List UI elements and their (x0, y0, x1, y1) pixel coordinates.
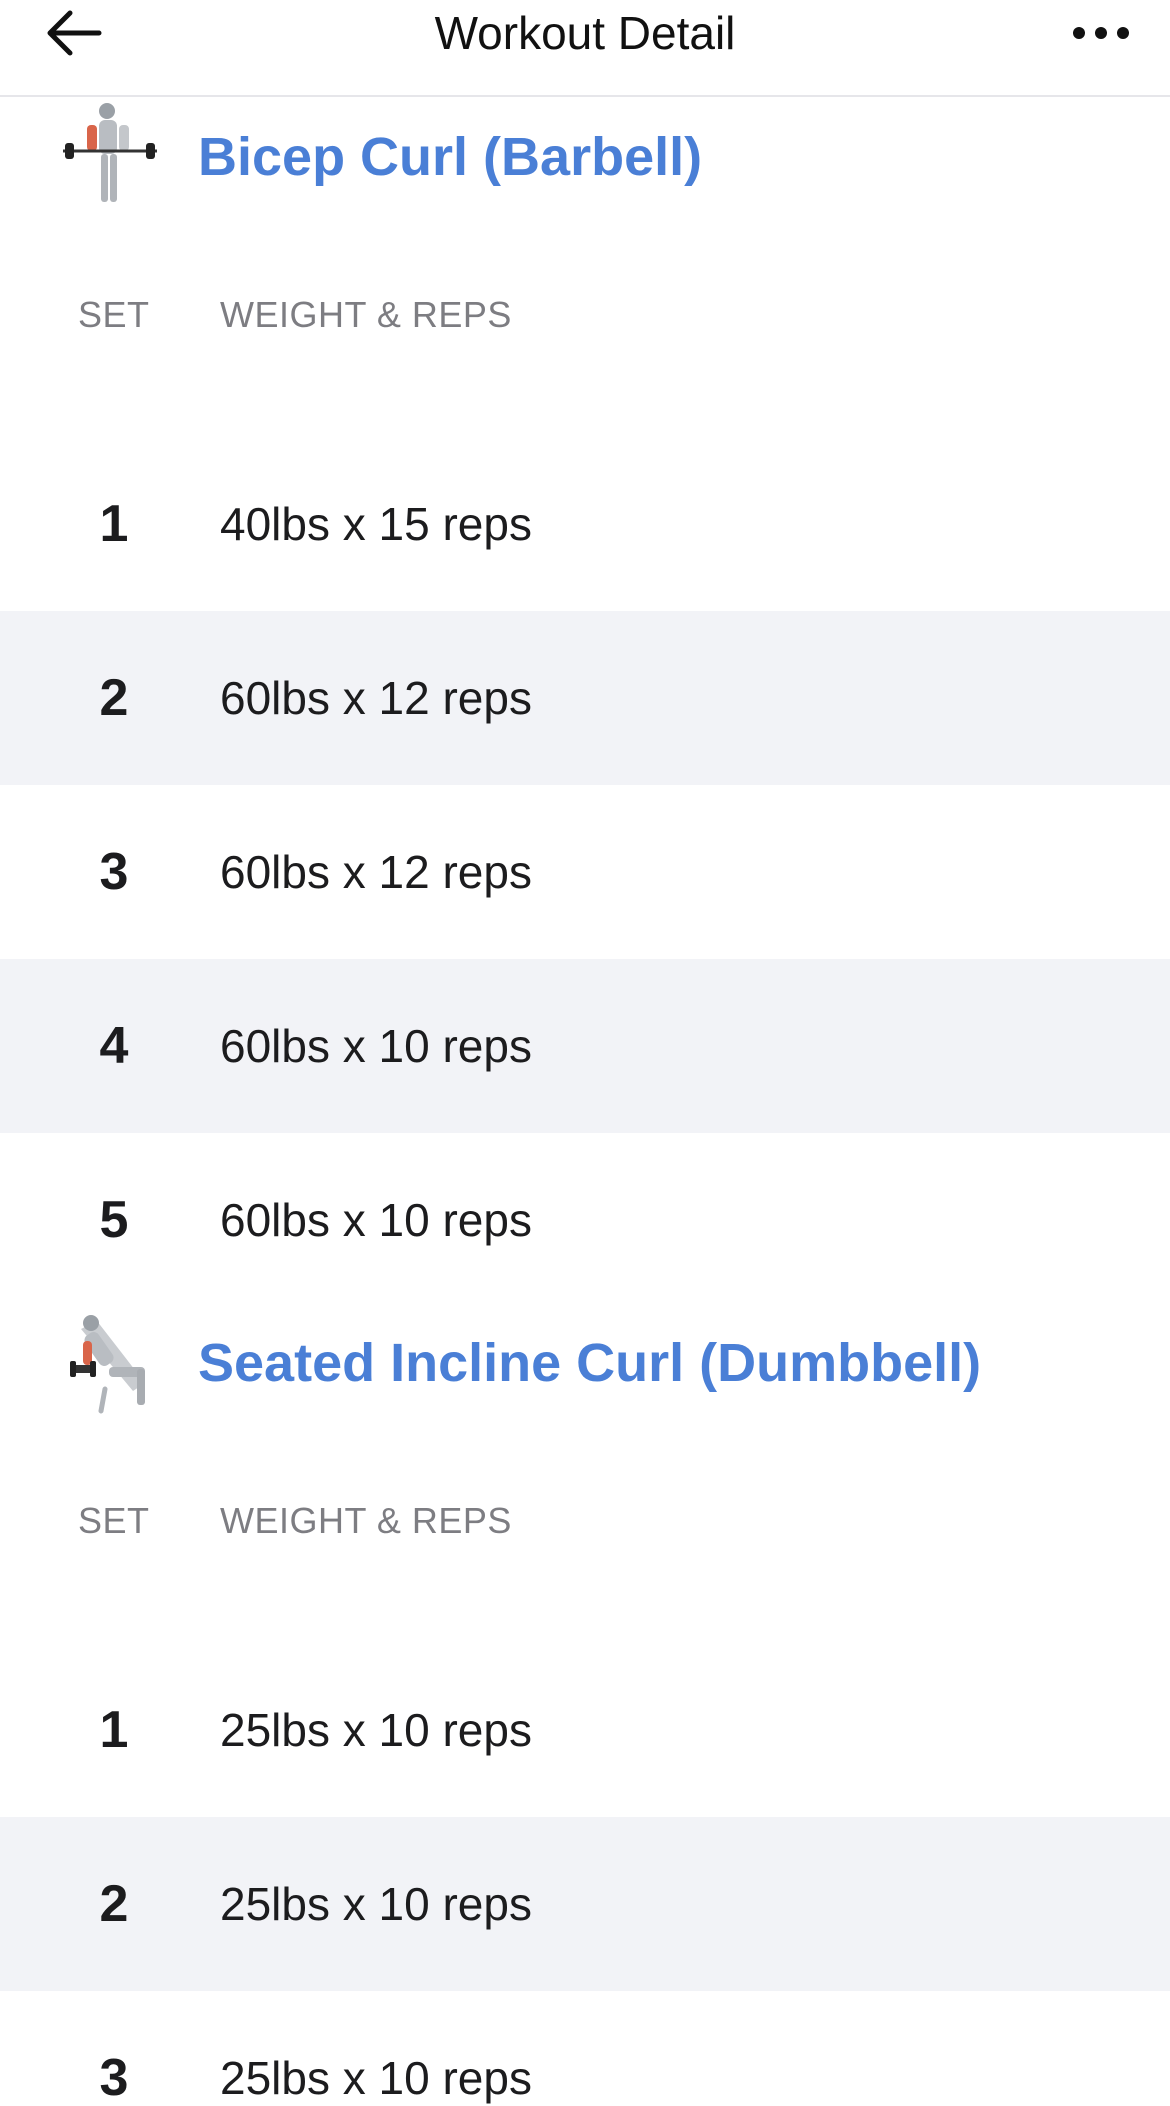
set-row: 3 25lbs x 10 reps (0, 1991, 1170, 2106)
set-weight-reps: 40lbs x 15 reps (220, 498, 532, 550)
set-weight-reps: 60lbs x 10 reps (220, 1194, 532, 1246)
set-row: 5 60lbs x 10 reps (0, 1133, 1170, 1307)
sets-column-header: SET WEIGHT & REPS (0, 1491, 1170, 1551)
set-row: 1 25lbs x 10 reps (0, 1643, 1170, 1817)
exercise-card-bicep-curl: Bicep Curl (Barbell) SET WEIGHT & REPS 1… (0, 97, 1170, 1307)
set-number: 5 (99, 1191, 129, 1249)
more-options-button[interactable] (1050, 0, 1130, 66)
sets-list: 1 40lbs x 15 reps 2 60lbs x 12 reps 3 60… (0, 437, 1170, 1307)
set-weight-reps: 25lbs x 10 reps (220, 1704, 532, 1756)
barbell-curl-figure-icon (56, 97, 166, 217)
nav-header: Workout Detail (0, 0, 1170, 97)
set-row: 2 25lbs x 10 reps (0, 1817, 1170, 1991)
sets-column-header: SET WEIGHT & REPS (0, 285, 1170, 345)
column-label-weight-reps: WEIGHT & REPS (220, 294, 512, 335)
incline-curl-figure-icon (56, 1303, 166, 1423)
exercise-header[interactable]: Bicep Curl (Barbell) (0, 97, 1170, 217)
set-weight-reps: 60lbs x 10 reps (220, 1020, 532, 1072)
set-row: 2 60lbs x 12 reps (0, 611, 1170, 785)
set-row: 4 60lbs x 10 reps (0, 959, 1170, 1133)
set-weight-reps: 25lbs x 10 reps (220, 1878, 532, 1930)
exercise-card-seated-incline-curl: Seated Incline Curl (Dumbbell) SET WEIGH… (0, 1303, 1170, 2106)
set-number: 1 (99, 1701, 129, 1759)
set-number: 1 (99, 495, 129, 553)
set-number: 3 (99, 843, 129, 901)
set-number: 4 (99, 1017, 129, 1075)
column-label-set: SET (78, 294, 150, 335)
set-row: 1 40lbs x 15 reps (0, 437, 1170, 611)
exercise-title[interactable]: Seated Incline Curl (Dumbbell) (198, 1303, 981, 1423)
set-weight-reps: 25lbs x 10 reps (220, 2052, 532, 2104)
more-horizontal-icon (1073, 27, 1129, 39)
exercise-title[interactable]: Bicep Curl (Barbell) (198, 97, 702, 217)
set-row: 3 60lbs x 12 reps (0, 785, 1170, 959)
workout-detail-screen: Workout Detail Bicep Curl (Barbell) SET … (0, 0, 1170, 2106)
column-label-set: SET (78, 1500, 150, 1541)
sets-list: 1 25lbs x 10 reps 2 25lbs x 10 reps 3 25… (0, 1643, 1170, 2106)
set-weight-reps: 60lbs x 12 reps (220, 672, 532, 724)
set-number: 2 (99, 1875, 129, 1933)
set-weight-reps: 60lbs x 12 reps (220, 846, 532, 898)
page-title: Workout Detail (434, 7, 736, 59)
set-number: 3 (99, 2049, 129, 2106)
set-number: 2 (99, 669, 129, 727)
exercise-header[interactable]: Seated Incline Curl (Dumbbell) (0, 1303, 1170, 1423)
column-label-weight-reps: WEIGHT & REPS (220, 1500, 512, 1541)
